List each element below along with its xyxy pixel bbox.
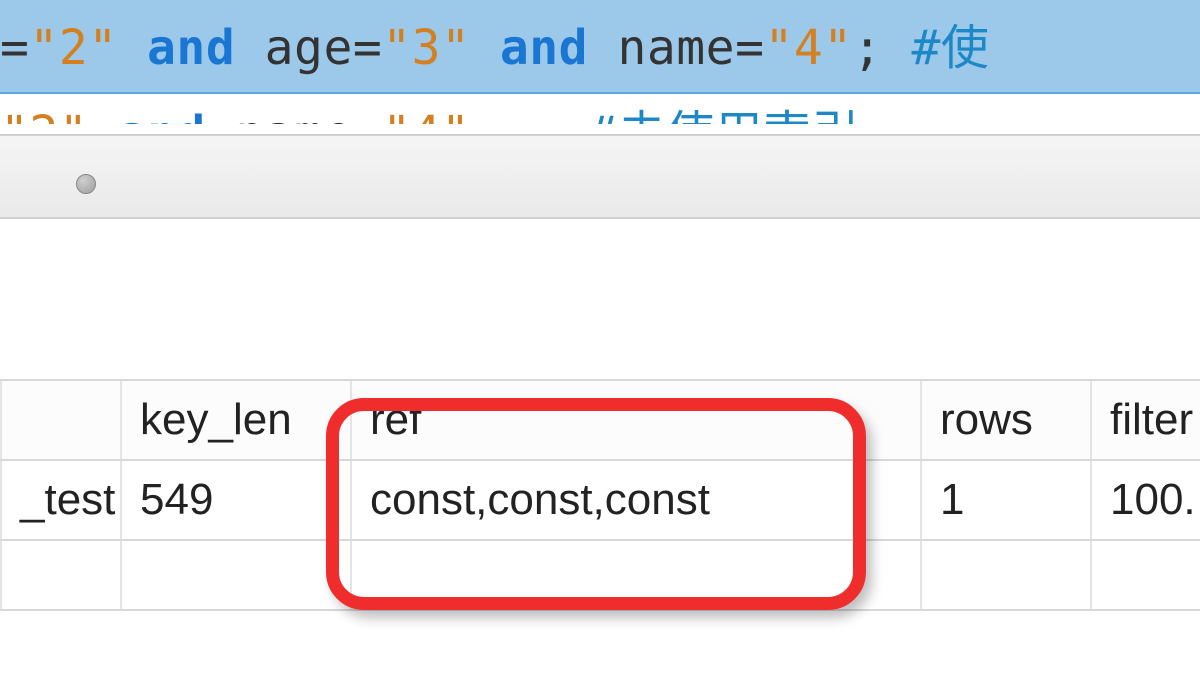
results-tabbar <box>0 134 1200 219</box>
kw-and: and <box>118 106 206 124</box>
str-quote: " <box>29 20 58 76</box>
str-quote: " <box>382 20 411 76</box>
cell-rows[interactable]: 1 <box>921 460 1091 540</box>
str-val: 4 <box>794 20 823 76</box>
space <box>206 106 235 124</box>
semicolon: ; <box>470 106 499 124</box>
semicolon: ; <box>853 20 882 76</box>
space <box>500 106 588 124</box>
result-table[interactable]: key_len ref rows filter _test 549 const,… <box>0 379 1200 611</box>
str-quote: " <box>382 106 411 124</box>
results-blank-area <box>0 219 1200 379</box>
str-quote: " <box>764 20 793 76</box>
cell-key[interactable]: _test <box>1 460 121 540</box>
cell-key-len[interactable]: 549 <box>121 460 351 540</box>
space <box>588 20 617 76</box>
space <box>118 20 147 76</box>
col-header-ref[interactable]: ref <box>351 380 921 460</box>
space <box>882 20 911 76</box>
col-header-key[interactable] <box>1 380 121 460</box>
comment: #未使用索引 <box>588 106 860 124</box>
space <box>88 106 117 124</box>
sql-editor[interactable]: ="2" and age="3" and name="4"; #使 "2" an… <box>0 0 1200 124</box>
comment: #使 <box>912 20 990 76</box>
str-quote: " <box>441 20 470 76</box>
op-eq: = <box>735 20 764 76</box>
op-eq: = <box>0 20 29 76</box>
str-val: 2 <box>59 20 88 76</box>
col-header-rows[interactable]: rows <box>921 380 1091 460</box>
op-eq: = <box>353 106 382 124</box>
str-val: 4 <box>412 106 441 124</box>
str-quote: " <box>441 106 470 124</box>
str-quote: " <box>88 20 117 76</box>
table-row-empty <box>1 540 1200 610</box>
op-eq: = <box>353 20 382 76</box>
kw-and: and <box>147 20 235 76</box>
cell-ref[interactable]: const,const,const <box>351 460 921 540</box>
ident-age: age <box>265 20 353 76</box>
ident-name: name <box>617 20 735 76</box>
col-header-filtered[interactable]: filter <box>1091 380 1200 460</box>
col-header-key-len[interactable]: key_len <box>121 380 351 460</box>
tab-indicator-dot-icon[interactable] <box>76 174 96 194</box>
str-val: 2 <box>29 106 58 124</box>
str-quote: " <box>0 106 29 124</box>
space <box>470 20 499 76</box>
str-quote: " <box>59 106 88 124</box>
cell-filtered[interactable]: 100. <box>1091 460 1200 540</box>
ident-name: name <box>235 106 353 124</box>
str-val: 3 <box>412 20 441 76</box>
explain-result-grid[interactable]: key_len ref rows filter _test 549 const,… <box>0 379 1200 611</box>
table-row[interactable]: _test 549 const,const,const 1 100. <box>1 460 1200 540</box>
sql-line-1[interactable]: ="2" and age="3" and name="4"; #使 <box>0 0 1200 94</box>
table-header-row: key_len ref rows filter <box>1 380 1200 460</box>
kw-and: and <box>500 20 588 76</box>
space <box>235 20 264 76</box>
sql-line-2[interactable]: "2" and name="4"; #未使用索引 <box>0 94 1200 124</box>
str-quote: " <box>823 20 852 76</box>
